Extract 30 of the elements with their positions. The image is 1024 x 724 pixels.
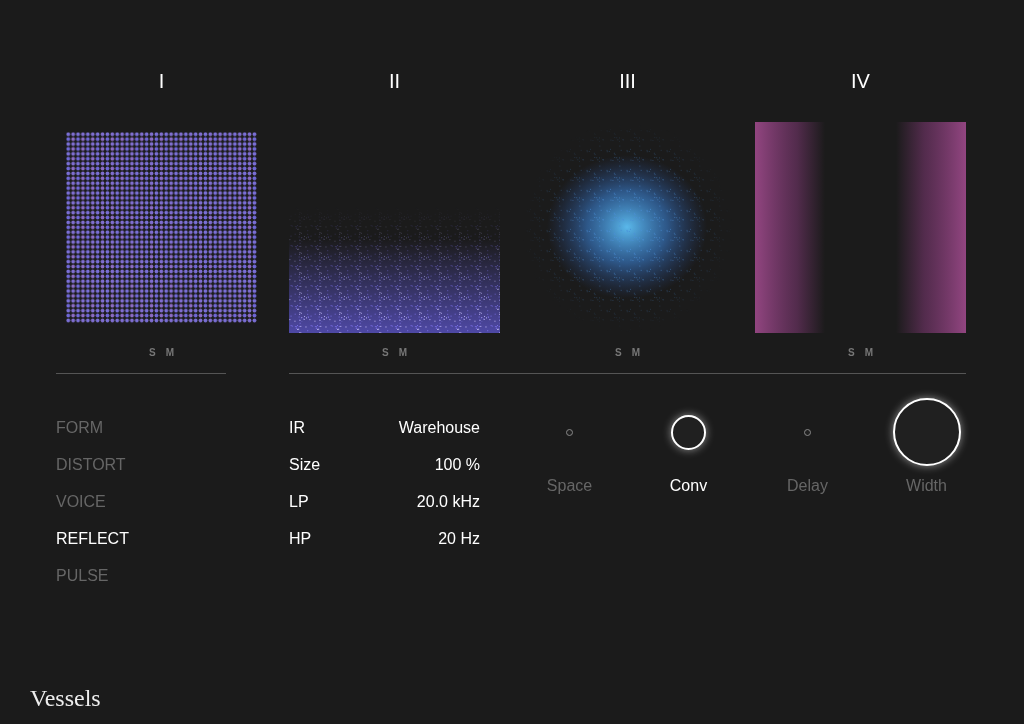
mute-button[interactable]: M xyxy=(631,345,640,360)
solo-button[interactable]: S xyxy=(615,345,622,360)
nav-item[interactable]: VOICE xyxy=(56,492,106,512)
param-value[interactable]: 100 % xyxy=(434,455,480,475)
knob-label: Width xyxy=(906,476,947,496)
column-numeral: II xyxy=(388,69,401,94)
knob-label: Delay xyxy=(787,476,828,496)
param-value[interactable]: 20 Hz xyxy=(438,529,480,549)
param-label: IR xyxy=(289,418,305,438)
solo-button[interactable]: S xyxy=(382,345,389,360)
param-value[interactable]: 20.0 kHz xyxy=(416,492,480,512)
param-label: HP xyxy=(289,529,312,549)
solo-button[interactable]: S xyxy=(848,345,855,360)
param-label: LP xyxy=(289,492,309,512)
knob-label: Space xyxy=(546,476,593,496)
nav-item[interactable]: FORM xyxy=(56,418,104,438)
nav-item[interactable]: REFLECT xyxy=(56,529,129,549)
mute-button[interactable]: M xyxy=(864,345,873,360)
column-numeral: IV xyxy=(851,69,870,94)
column-numeral: III xyxy=(619,69,636,94)
param-label: Size xyxy=(289,455,321,475)
column-numeral: I xyxy=(158,69,165,94)
knob-label: Conv xyxy=(669,476,708,496)
nav-item[interactable]: DISTORT xyxy=(56,455,126,475)
nav-item[interactable]: PULSE xyxy=(56,566,109,586)
brand-logo: Vessels xyxy=(30,684,101,713)
mute-button[interactable]: M xyxy=(398,345,407,360)
mute-button[interactable]: M xyxy=(165,345,174,360)
solo-button[interactable]: S xyxy=(149,345,156,360)
param-value[interactable]: Warehouse xyxy=(398,418,480,438)
